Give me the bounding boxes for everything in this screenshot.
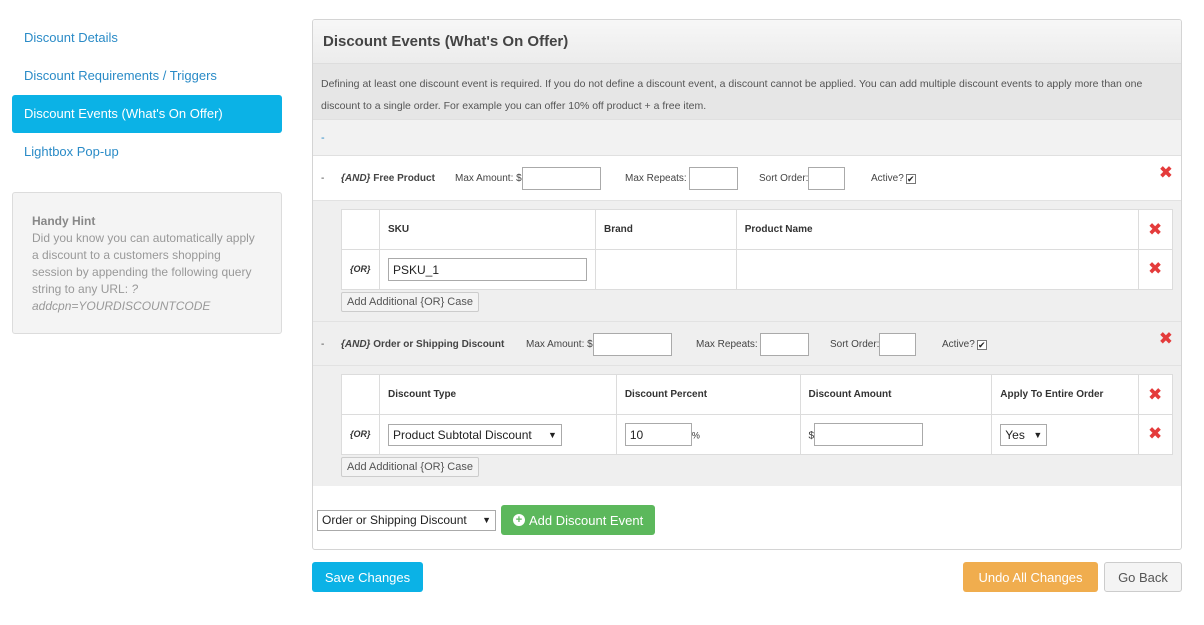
undo-all-changes-button[interactable]: Undo All Changes [963,562,1098,592]
active-checkbox[interactable]: ✔ [976,339,987,350]
delete-column-icon[interactable]: ✖ [1148,221,1162,238]
event-toggle[interactable]: - [321,156,324,201]
save-changes-button[interactable]: Save Changes [312,562,423,592]
sidebar: Discount Details Discount Requirements /… [12,19,282,334]
event-type-value: Order or Shipping Discount [322,513,467,527]
apply-entire-order-value: Yes [1005,427,1025,442]
table-row: {OR} Product Subtotal Discount ▼ % $ Yes [341,414,1173,455]
or-tag: {OR} [350,264,371,274]
sort-order-input[interactable] [808,167,846,190]
delete-column-icon[interactable]: ✖ [1148,386,1162,403]
sku-input[interactable] [387,258,587,281]
col-header-discount-type: Discount Type [378,374,617,415]
chevron-down-icon: ▼ [548,429,557,440]
and-tag: {AND} [341,339,371,350]
delete-event-icon[interactable]: ✖ [1159,330,1173,347]
event-title: {AND} Free Product [341,156,435,201]
active-checkbox[interactable]: ✔ [905,173,916,184]
sidebar-item-discount-requirements[interactable]: Discount Requirements / Triggers [12,57,282,95]
max-repeats-label: Max Repeats: [625,173,687,184]
event-toggle[interactable]: - [321,322,324,367]
plus-circle-icon: + [513,514,525,526]
hint-title: Handy Hint [32,214,96,228]
handy-hint-box: Handy Hint Did you know you can automati… [12,192,282,334]
discount-type-value: Product Subtotal Discount [392,427,532,442]
max-amount-label: Max Amount: $ [526,339,593,350]
discount-type-select[interactable]: Product Subtotal Discount ▼ [387,423,562,446]
table-header-row: Discount Type Discount Percent Discount … [341,374,1173,415]
case-table: Discount Type Discount Percent Discount … [341,374,1173,455]
collapse-all-toggle[interactable]: - [313,119,1181,156]
apply-entire-order-select[interactable]: Yes ▼ [1000,423,1048,446]
event-row-order-shipping-discount: - {AND} Order or Shipping Discount Max A… [313,321,1181,366]
event-name: Order or Shipping Discount [373,339,505,350]
max-amount-input[interactable] [521,167,601,190]
table-row: {OR} ✖ [341,249,1173,290]
sort-order-label: Sort Order: [830,339,880,350]
col-header-discount-amount: Discount Amount [799,374,993,415]
col-header-discount-percent: Discount Percent [615,374,801,415]
event-type-select[interactable]: Order or Shipping Discount ▼ [317,509,496,531]
add-or-case-button[interactable]: Add Additional {OR} Case [341,457,479,477]
sidebar-item-lightbox-popup[interactable]: Lightbox Pop-up [12,133,282,171]
col-header-brand: Brand [594,209,737,250]
delete-case-icon[interactable]: ✖ [1148,425,1162,442]
or-tag: {OR} [350,429,371,439]
max-amount-input[interactable] [592,333,672,356]
add-or-case-button[interactable]: Add Additional {OR} Case [341,292,479,312]
discount-percent-input[interactable] [624,423,692,446]
active-label: Active? [942,339,975,350]
sort-order-input[interactable] [879,333,917,356]
product-name-cell [735,249,1140,290]
max-amount-label: Max Amount: $ [455,173,522,184]
event-title: {AND} Order or Shipping Discount [341,322,504,367]
event-name: Free Product [373,173,435,184]
panel-title: Discount Events (What's On Offer) [313,20,1181,64]
and-tag: {AND} [341,173,371,184]
chevron-down-icon: ▼ [482,515,491,525]
chevron-down-icon: ▼ [1033,429,1043,440]
col-header-sku: SKU [378,209,596,250]
panel-description: Defining at least one discount event is … [313,64,1181,119]
col-header-product-name: Product Name [735,209,1140,250]
event-row-free-product: - {AND} Free Product Max Amount: $ Max R… [313,156,1181,201]
col-header-apply-entire-order: Apply To Entire Order [991,374,1140,415]
case-table: SKU Brand Product Name ✖ {OR} ✖ [341,209,1173,290]
max-repeats-input[interactable] [689,167,739,190]
delete-case-icon[interactable]: ✖ [1148,260,1162,277]
delete-event-icon[interactable]: ✖ [1159,164,1173,181]
table-header-row: SKU Brand Product Name ✖ [341,209,1173,250]
max-repeats-label: Max Repeats: [696,339,758,350]
event-cases-free-product: SKU Brand Product Name ✖ {OR} ✖ Add Addi… [313,201,1181,321]
max-repeats-input[interactable] [760,333,810,356]
sort-order-label: Sort Order: [759,173,809,184]
active-label: Active? [871,173,904,184]
add-event-row: Order or Shipping Discount ▼ + Add Disco… [317,505,656,535]
sidebar-item-discount-events[interactable]: Discount Events (What's On Offer) [12,95,282,133]
add-discount-event-label: Add Discount Event [529,512,644,528]
sidebar-item-discount-details[interactable]: Discount Details [12,19,282,57]
percent-sign: % [691,430,700,441]
discount-events-panel: Discount Events (What's On Offer) Defini… [312,19,1182,550]
brand-cell [594,249,737,290]
event-cases-order-shipping-discount: Discount Type Discount Percent Discount … [313,366,1181,486]
hint-text: Did you know you can automatically apply… [32,231,255,296]
add-discount-event-button[interactable]: + Add Discount Event [501,505,656,535]
discount-amount-input[interactable] [814,423,924,446]
go-back-button[interactable]: Go Back [1104,562,1182,592]
